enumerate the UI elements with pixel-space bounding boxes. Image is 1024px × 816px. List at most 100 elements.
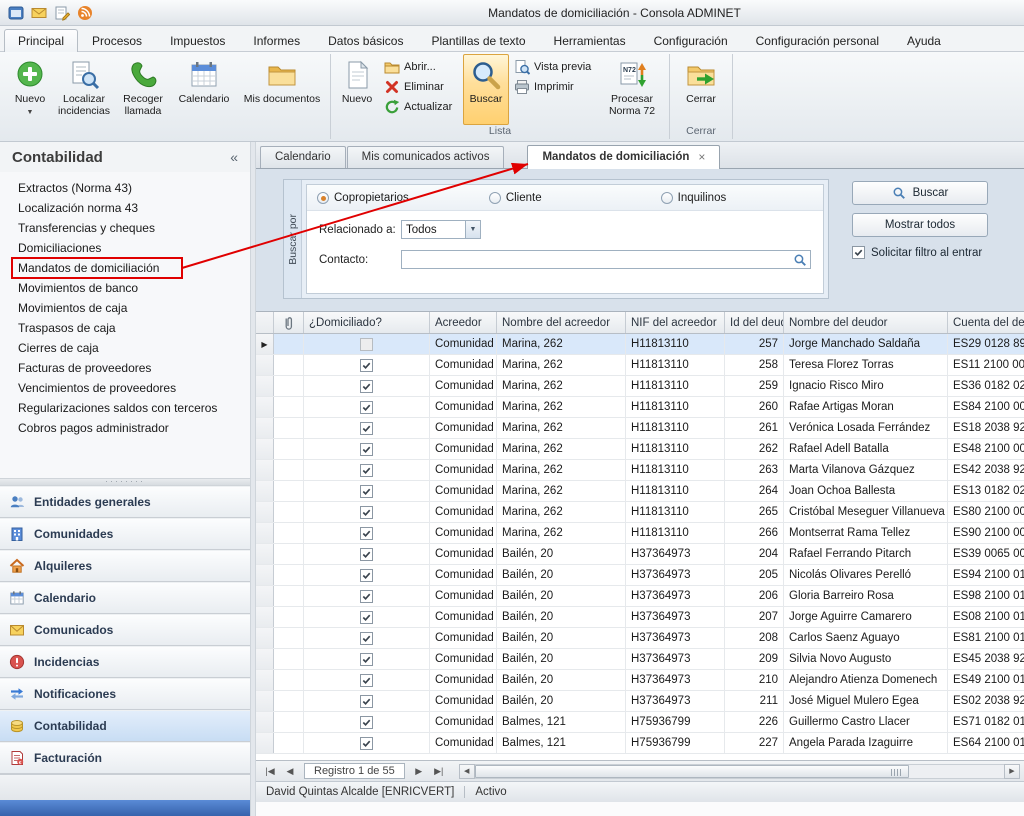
- checkbox[interactable]: [360, 359, 373, 372]
- scroll-left-icon[interactable]: ◀: [459, 764, 475, 779]
- cell-nombre_acreedor[interactable]: Bailén, 20: [497, 649, 626, 669]
- attachment-cell[interactable]: [274, 670, 304, 690]
- cell-cuenta[interactable]: ES90 2100 003: [948, 523, 1024, 543]
- cell-nombre_deudor[interactable]: Guillermo Castro Llacer: [784, 712, 948, 732]
- mostrar-todos-button[interactable]: Mostrar todos: [852, 213, 988, 237]
- menu-tab-ayuda[interactable]: Ayuda: [893, 29, 955, 52]
- sidebar-splitter-handle[interactable]: ········: [0, 478, 250, 486]
- cell-id_deudor[interactable]: 204: [725, 544, 784, 564]
- attachment-cell[interactable]: [274, 376, 304, 396]
- cell-nif[interactable]: H37364973: [626, 691, 725, 711]
- domiciliado-cell[interactable]: [304, 418, 430, 438]
- cell-nif[interactable]: H75936799: [626, 733, 725, 753]
- column-header-cuenta-del-deudor[interactable]: Cuenta del deudor: [948, 312, 1024, 333]
- cell-id_deudor[interactable]: 261: [725, 418, 784, 438]
- ribbon-button-buscar[interactable]: Buscar: [463, 54, 509, 125]
- last-record-button[interactable]: ▶|: [429, 766, 449, 777]
- table-row[interactable]: ComunidadMarina, 262H11813110266Montserr…: [256, 523, 1024, 544]
- cell-nif[interactable]: H37364973: [626, 670, 725, 690]
- domiciliado-cell[interactable]: [304, 586, 430, 606]
- domiciliado-cell[interactable]: [304, 334, 430, 354]
- domiciliado-cell[interactable]: [304, 460, 430, 480]
- domiciliado-cell[interactable]: [304, 607, 430, 627]
- cell-acreedor[interactable]: Comunidad: [430, 334, 497, 354]
- attachment-cell[interactable]: [274, 355, 304, 375]
- sidebar-item-mandatos-de-domiciliacion[interactable]: Mandatos de domiciliación: [0, 258, 250, 278]
- cell-acreedor[interactable]: Comunidad: [430, 355, 497, 375]
- cell-nif[interactable]: H11813110: [626, 439, 725, 459]
- document-tab-calendario[interactable]: Calendario: [260, 146, 346, 168]
- cell-nombre_acreedor[interactable]: Marina, 262: [497, 502, 626, 522]
- cell-id_deudor[interactable]: 257: [725, 334, 784, 354]
- cell-acreedor[interactable]: Comunidad: [430, 502, 497, 522]
- table-row[interactable]: ComunidadMarina, 262H11813110259Ignacio …: [256, 376, 1024, 397]
- domiciliado-cell[interactable]: [304, 670, 430, 690]
- attachment-cell[interactable]: [274, 334, 304, 354]
- domiciliado-cell[interactable]: [304, 733, 430, 753]
- domiciliado-cell[interactable]: [304, 439, 430, 459]
- cell-nombre_acreedor[interactable]: Marina, 262: [497, 334, 626, 354]
- table-row[interactable]: ComunidadMarina, 262H11813110263Marta Vi…: [256, 460, 1024, 481]
- cell-id_deudor[interactable]: 227: [725, 733, 784, 753]
- domiciliado-cell[interactable]: [304, 523, 430, 543]
- cell-id_deudor[interactable]: 262: [725, 439, 784, 459]
- cell-id_deudor[interactable]: 207: [725, 607, 784, 627]
- nav-button-comunicados[interactable]: Comunicados: [0, 614, 250, 646]
- cell-acreedor[interactable]: Comunidad: [430, 607, 497, 627]
- related-to-combobox[interactable]: Todos ▼: [401, 220, 481, 239]
- table-row[interactable]: ComunidadMarina, 262H11813110262Rafael A…: [256, 439, 1024, 460]
- domiciliado-cell[interactable]: [304, 565, 430, 585]
- checkbox[interactable]: [360, 380, 373, 393]
- next-record-button[interactable]: ▶: [409, 766, 429, 777]
- cell-cuenta[interactable]: ES81 2100 012: [948, 628, 1024, 648]
- checkbox[interactable]: [360, 653, 373, 666]
- cell-cuenta[interactable]: ES11 2100 002: [948, 355, 1024, 375]
- attachment-cell[interactable]: [274, 691, 304, 711]
- prev-record-button[interactable]: ◀: [280, 766, 300, 777]
- nav-button-entidades-generales[interactable]: Entidades generales: [0, 486, 250, 518]
- column-header-domiciliado[interactable]: ¿Domiciliado?: [304, 312, 430, 333]
- cell-cuenta[interactable]: ES49 2100 012: [948, 670, 1024, 690]
- nav-button-facturacion[interactable]: €Facturación: [0, 742, 250, 774]
- ribbon-button-localizar-incidencias[interactable]: Localizar incidencias: [55, 54, 113, 125]
- scroll-right-icon[interactable]: ▶: [1004, 764, 1020, 779]
- nav-button-alquileres[interactable]: Alquileres: [0, 550, 250, 582]
- ribbon-button-calendario[interactable]: Calendario: [173, 54, 235, 125]
- cell-id_deudor[interactable]: 264: [725, 481, 784, 501]
- mail-icon[interactable]: [31, 5, 47, 21]
- attachment-cell[interactable]: [274, 733, 304, 753]
- attachment-cell[interactable]: [274, 460, 304, 480]
- attachment-cell[interactable]: [274, 565, 304, 585]
- table-row[interactable]: ComunidadBalmes, 121H75936799226Guillerm…: [256, 712, 1024, 733]
- cell-cuenta[interactable]: ES48 2100 002: [948, 439, 1024, 459]
- cell-cuenta[interactable]: ES94 2100 012: [948, 565, 1024, 585]
- cell-id_deudor[interactable]: 206: [725, 586, 784, 606]
- cell-nif[interactable]: H75936799: [626, 712, 725, 732]
- column-header-nombre-del-acreedor[interactable]: Nombre del acreedor: [497, 312, 626, 333]
- checkbox[interactable]: [852, 246, 865, 259]
- app-icon[interactable]: [8, 5, 24, 21]
- cell-id_deudor[interactable]: 209: [725, 649, 784, 669]
- cell-id_deudor[interactable]: 208: [725, 628, 784, 648]
- domiciliado-cell[interactable]: [304, 628, 430, 648]
- checkbox[interactable]: [360, 590, 373, 603]
- menu-tab-procesos[interactable]: Procesos: [78, 29, 156, 52]
- cell-acreedor[interactable]: Comunidad: [430, 649, 497, 669]
- checkbox[interactable]: [360, 443, 373, 456]
- table-row[interactable]: ComunidadBailén, 20H37364973207Jorge Agu…: [256, 607, 1024, 628]
- collapse-chevron-icon[interactable]: «: [230, 149, 238, 165]
- table-row[interactable]: ComunidadBailén, 20H37364973206Gloria Ba…: [256, 586, 1024, 607]
- checkbox[interactable]: [360, 485, 373, 498]
- sidebar-item-extractos-norma-43[interactable]: Extractos (Norma 43): [0, 178, 250, 198]
- cell-nif[interactable]: H37364973: [626, 649, 725, 669]
- table-row[interactable]: ComunidadMarina, 262H11813110264Joan Och…: [256, 481, 1024, 502]
- table-row[interactable]: ComunidadMarina, 262H11813110258Teresa F…: [256, 355, 1024, 376]
- notes-icon[interactable]: [54, 5, 70, 21]
- first-record-button[interactable]: |◀: [260, 766, 280, 777]
- sidebar-item-regularizaciones-saldos-con-terceros[interactable]: Regularizaciones saldos con terceros: [0, 398, 250, 418]
- cell-nombre_deudor[interactable]: Nicolás Olivares Perelló: [784, 565, 948, 585]
- cell-cuenta[interactable]: ES39 0065 004: [948, 544, 1024, 564]
- attachment-cell[interactable]: [274, 607, 304, 627]
- cell-nombre_acreedor[interactable]: Bailén, 20: [497, 607, 626, 627]
- cell-nif[interactable]: H11813110: [626, 376, 725, 396]
